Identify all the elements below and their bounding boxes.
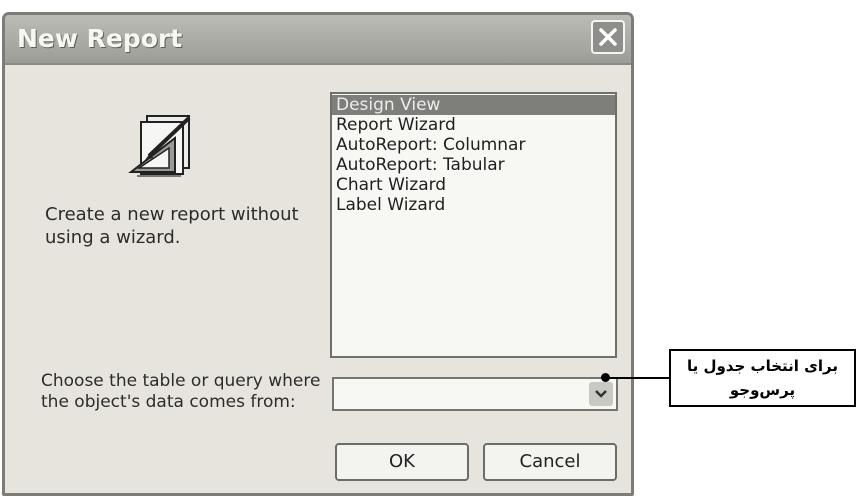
cancel-button[interactable]: Cancel (483, 443, 617, 481)
callout-annotation: برای انتخاب جدول یا پرس‌وجو (669, 349, 856, 407)
chevron-down-icon (595, 390, 607, 398)
list-item-chart-wizard[interactable]: Chart Wizard (332, 175, 615, 195)
data-source-combobox[interactable] (332, 377, 618, 411)
option-description: Create a new report without using a wiza… (45, 204, 299, 248)
list-item-autoreport-tabular[interactable]: AutoReport: Tabular (332, 155, 615, 175)
title-bar: New Report (5, 15, 631, 65)
list-item-label-wizard[interactable]: Label Wizard (332, 195, 615, 215)
list-item-report-wizard[interactable]: Report Wizard (332, 115, 615, 135)
callout-leader-line (606, 377, 670, 379)
report-design-icon (128, 115, 191, 177)
dialog-title: New Report (17, 24, 183, 53)
data-source-label: Choose the table or query where the obje… (41, 371, 321, 412)
dropdown-button[interactable] (589, 382, 613, 406)
callout-pointer-dot (601, 373, 610, 382)
close-button[interactable] (591, 20, 625, 54)
list-item-design-view[interactable]: Design View (332, 95, 615, 115)
close-icon (599, 28, 617, 46)
new-report-dialog: New Report Create a new report without u… (2, 12, 634, 496)
report-type-listbox[interactable]: Design View Report Wizard AutoReport: Co… (330, 92, 617, 358)
list-item-autoreport-columnar[interactable]: AutoReport: Columnar (332, 135, 615, 155)
ok-button[interactable]: OK (335, 443, 469, 481)
